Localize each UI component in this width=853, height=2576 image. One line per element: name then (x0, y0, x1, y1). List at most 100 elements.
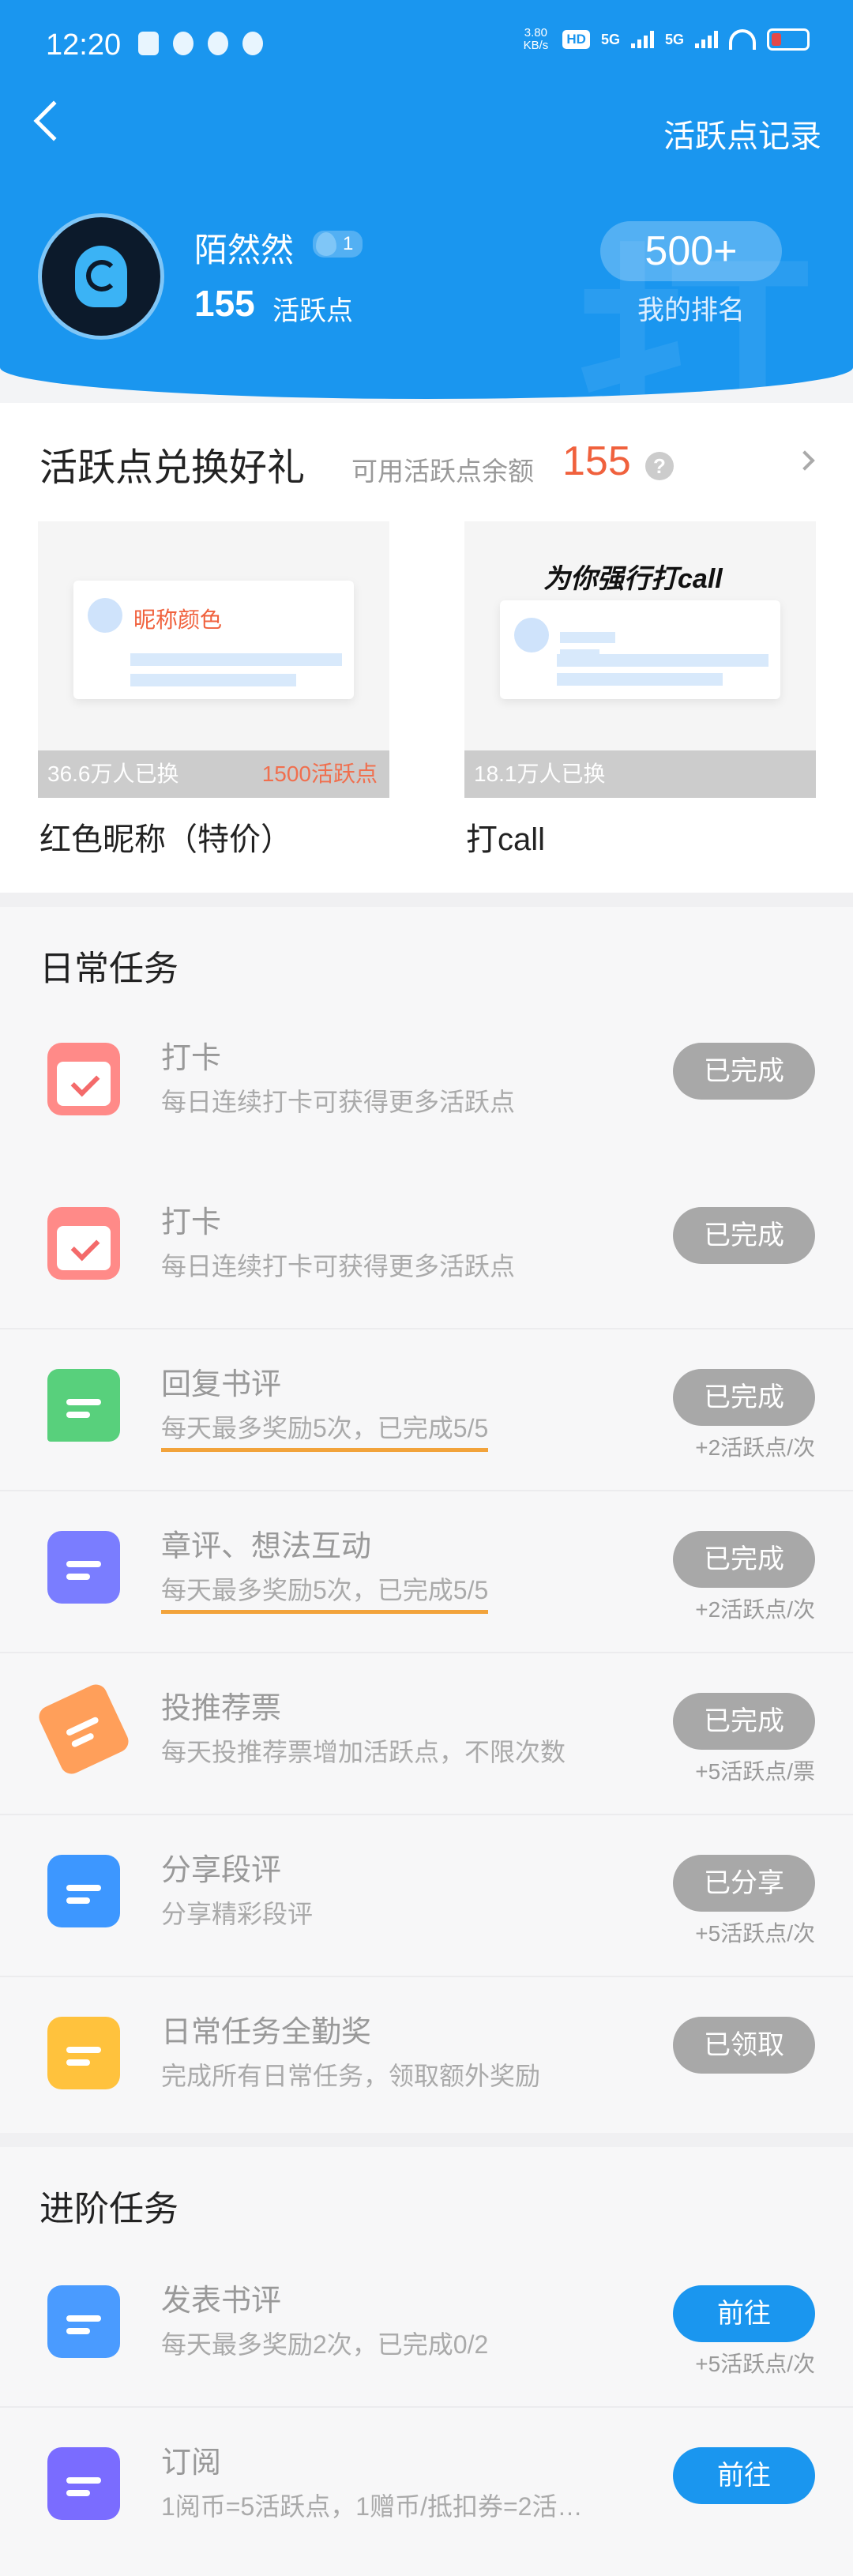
task-share-comment: 分享段评 分享精彩段评 已分享 +5活跃点/次 (0, 1815, 853, 1977)
signal-icon-2 (695, 31, 718, 48)
daily-tasks-title: 日常任务 (39, 950, 178, 988)
rank-label: 我的排名 (637, 295, 745, 325)
task-desc: 完成所有日常任务，领取额外奖励 (161, 2062, 541, 2090)
exchanged-count: 18.1万人已换 (474, 762, 606, 786)
preview-line (557, 673, 723, 686)
chat-bubble-icon (47, 1369, 120, 1442)
gift-card-call[interactable]: 为你强行打call 18.1万人已换 (464, 521, 816, 798)
gift-stats: 18.1万人已换 (464, 750, 816, 798)
signal-icon (630, 31, 654, 48)
records-link[interactable]: 活跃点记录 (663, 111, 821, 156)
task-desc: 分享精彩段评 (161, 1900, 314, 1928)
task-status-button[interactable]: 已分享 (673, 1855, 815, 1912)
points-value: 155 (194, 283, 255, 324)
status-right: 3.80 KB/s HD 5G 5G (520, 27, 810, 52)
task-reward: +5活跃点/次 (695, 1921, 815, 1946)
task-name: 发表书评 (161, 2285, 282, 2318)
watermark-decoration: 打 (577, 221, 814, 399)
task-chapter-comment: 章评、想法互动 每天最多奖励5次，已完成5/5 已完成 +2活跃点/次 (0, 1491, 853, 1653)
gift-cost: 1500活跃点 (261, 762, 378, 786)
balance-label: 可用活跃点余额 (351, 457, 534, 486)
task-reward: +5活跃点/票 (695, 1759, 815, 1784)
document-icon (47, 2285, 120, 2358)
signal-label-2: 5G (664, 31, 684, 47)
flame-icon (316, 232, 336, 256)
preview-line (130, 674, 296, 686)
task-recommend-vote: 投推荐票 每天投推荐票增加活跃点，不限次数 已完成 +5活跃点/票 (0, 1653, 853, 1815)
share-icon (47, 1855, 120, 1927)
task-name: 打卡 (161, 1042, 222, 1075)
ticket-icon (35, 1680, 133, 1778)
task-status-button[interactable]: 已完成 (673, 1043, 815, 1100)
nickname-preview: 昵称颜色 (73, 581, 354, 699)
preview-avatar (88, 598, 122, 633)
task-reply-review: 回复书评 每天最多奖励5次，已完成5/5 已完成 +2活跃点/次 (0, 1329, 853, 1491)
exchanged-count: 36.6万人已换 (47, 762, 179, 786)
task-status-button[interactable]: 已完成 (673, 1693, 815, 1750)
back-arrow-icon[interactable] (33, 100, 74, 141)
advanced-tasks-title: 进阶任务 (39, 2190, 178, 2228)
redeem-section: 活跃点兑换好礼 可用活跃点余额 155 ? 昵称颜色 36.6万人已换 1500… (0, 403, 853, 893)
go-button[interactable]: 前往 (673, 2447, 815, 2504)
task-name: 投推荐票 (161, 1692, 282, 1725)
call-banner-text: 为你强行打call (543, 564, 723, 594)
net-speed: 3.80 KB/s (523, 26, 549, 52)
task-post-review: 发表书评 每天最多奖励2次，已完成0/2 前往 +5活跃点/次 (0, 2246, 853, 2408)
level-number: 1 (343, 233, 354, 254)
preview-line (130, 653, 342, 666)
bookmark-plus-icon (47, 2447, 120, 2520)
gift-card-nickname[interactable]: 昵称颜色 36.6万人已换 1500活跃点 (38, 521, 389, 798)
avatar-head-icon (75, 246, 127, 307)
task-name: 打卡 (161, 1206, 222, 1239)
task-status-button[interactable]: 已完成 (673, 1207, 815, 1264)
preview-line (560, 632, 615, 643)
task-reward: +2活跃点/次 (695, 1597, 815, 1622)
gift-name[interactable]: 打call (466, 814, 545, 859)
redeem-title: 活跃点兑换好礼 (39, 447, 306, 489)
app-icon (173, 32, 194, 55)
task-name: 日常任务全勤奖 (161, 2016, 372, 2049)
help-icon[interactable]: ? (645, 452, 674, 480)
calendar-icon (47, 1207, 120, 1280)
points-label: 活跃点 (272, 296, 353, 326)
header-banner: 打 12:20 3.80 KB/s HD 5G 5G 活跃点记录 陌然然 1 1… (0, 0, 853, 399)
task-row-clip: 打卡 每日连续打卡可获得更多活跃点 已完成 (0, 1010, 853, 1148)
task-name: 订阅 (161, 2446, 222, 2480)
task-desc: 每天最多奖励5次，已完成5/5 (161, 1408, 489, 1452)
task-subscribe: 订阅 1阅币=5活跃点，1赠币/抵扣券=2活… 前往 (0, 2408, 853, 2570)
signal-label-1: 5G (600, 31, 620, 47)
user-name: 陌然然 (194, 231, 295, 269)
battery-icon (767, 28, 810, 51)
gift-name[interactable]: 红色昵称（特价） (39, 814, 292, 859)
task-desc: 每天最多奖励5次，已完成5/5 (161, 1570, 489, 1614)
task-reward: +2活跃点/次 (695, 1435, 815, 1460)
advanced-tasks-section: 进阶任务 发表书评 每天最多奖励2次，已完成0/2 前往 +5活跃点/次 订阅 … (0, 2133, 853, 2576)
task-name: 章评、想法互动 (161, 1530, 372, 1563)
task-desc: 每天投推荐票增加活跃点，不限次数 (161, 1738, 566, 1766)
task-status-button[interactable]: 已领取 (673, 2017, 815, 2074)
task-name: 回复书评 (161, 1368, 282, 1401)
gift-stats: 36.6万人已换 1500活跃点 (38, 750, 389, 798)
avatar[interactable] (38, 213, 164, 340)
task-checkin-1: 打卡 每日连续打卡可获得更多活跃点 已完成 (0, 1010, 853, 1148)
sim-icon (138, 32, 159, 55)
task-name: 分享段评 (161, 1854, 282, 1887)
note-icon (47, 1531, 120, 1604)
task-desc: 每天最多奖励2次，已完成0/2 (161, 2330, 489, 2359)
status-bar: 12:20 3.80 KB/s HD 5G 5G (0, 0, 853, 91)
preview-avatar (514, 618, 549, 652)
task-status-button[interactable]: 已完成 (673, 1369, 815, 1426)
rank-badge[interactable]: 500+ (600, 221, 782, 281)
task-attendance-bonus: 日常任务全勤奖 完成所有日常任务，领取额外奖励 已领取 (0, 1977, 853, 2139)
page: { "status_bar": {"time": "12:20", "net_s… (0, 0, 853, 2576)
task-status-button[interactable]: 已完成 (673, 1531, 815, 1588)
chat-icon (242, 32, 263, 55)
hd-badge: HD (562, 30, 590, 49)
task-desc: 每日连续打卡可获得更多活跃点 (161, 1252, 516, 1280)
chevron-right-icon[interactable] (795, 450, 815, 471)
level-badge: 1 (313, 231, 363, 258)
calendar-icon (47, 1043, 120, 1115)
list-icon (47, 2017, 120, 2089)
go-button[interactable]: 前往 (673, 2285, 815, 2342)
wechat-icon (208, 32, 228, 55)
